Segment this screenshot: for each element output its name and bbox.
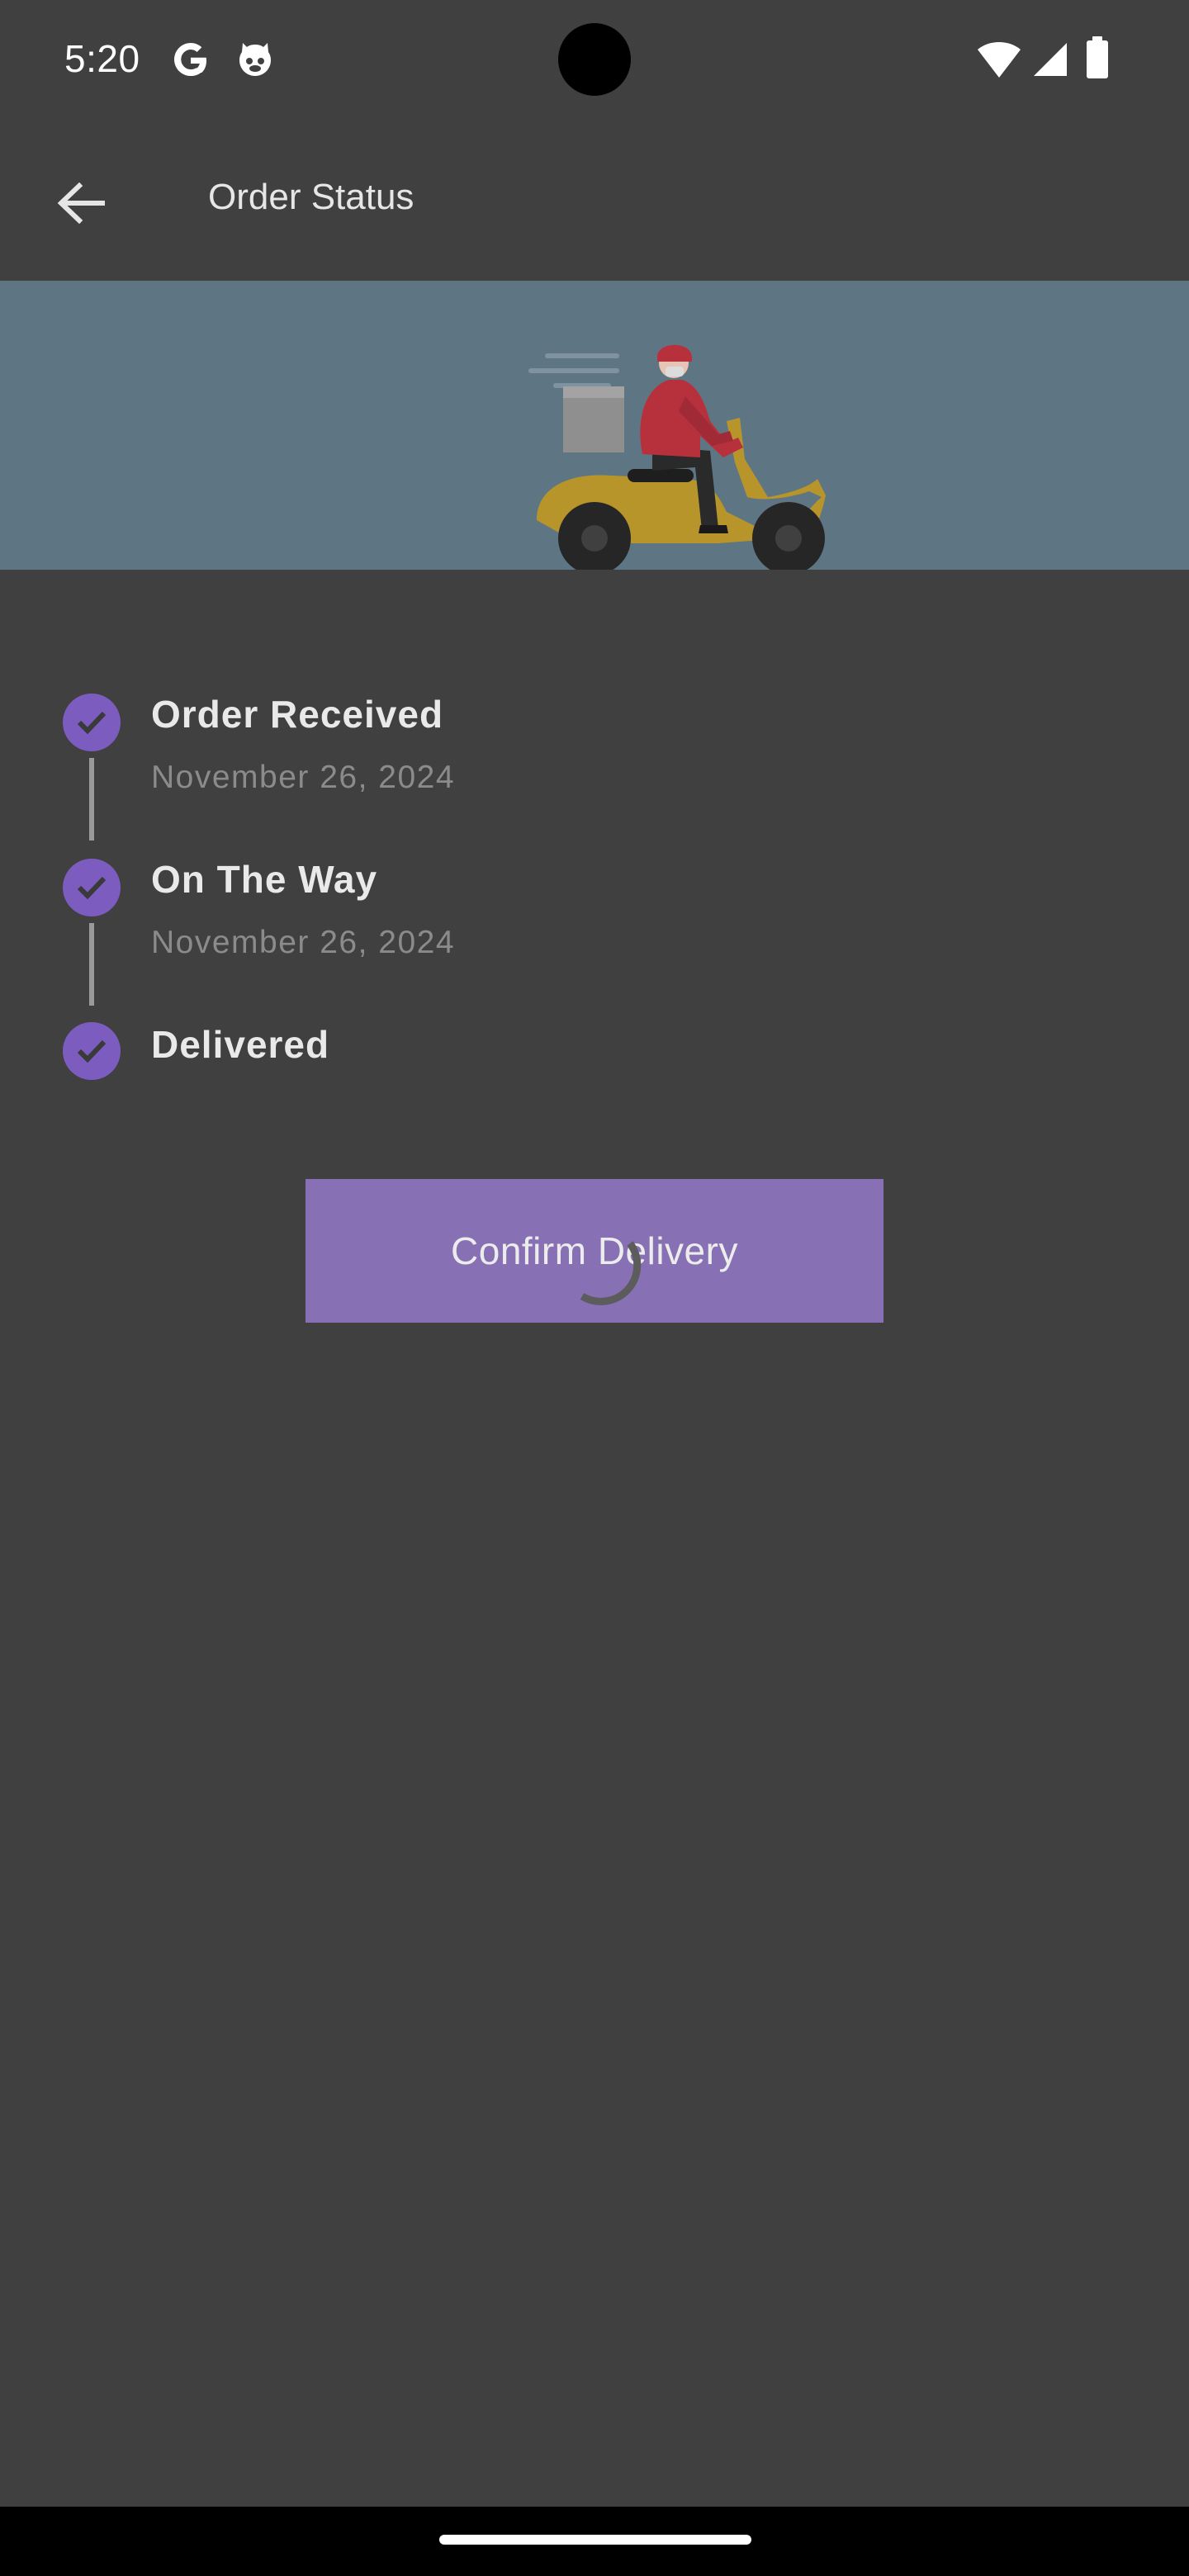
timeline-connector bbox=[89, 923, 94, 1006]
wifi-icon bbox=[978, 42, 1021, 78]
status-bar: 5:20 bbox=[0, 0, 1189, 124]
delivery-scooter-illustration bbox=[528, 344, 826, 570]
loading-spinner-icon bbox=[580, 1241, 642, 1305]
status-time: 5:20 bbox=[64, 37, 140, 80]
camera-cutout bbox=[558, 23, 631, 96]
step-date: November 26, 2024 bbox=[151, 925, 456, 960]
step-title: Order Received bbox=[151, 693, 444, 736]
home-indicator[interactable] bbox=[439, 2535, 751, 2545]
step-title: Delivered bbox=[151, 1023, 330, 1066]
arrow-left-icon bbox=[57, 182, 105, 224]
page-title: Order Status bbox=[208, 177, 414, 217]
signal-icon bbox=[1034, 43, 1067, 76]
google-icon bbox=[174, 43, 206, 76]
step-title: On The Way bbox=[151, 858, 378, 901]
step-date: November 26, 2024 bbox=[151, 760, 456, 795]
check-circle-icon bbox=[63, 694, 121, 751]
check-circle-icon bbox=[63, 859, 121, 916]
app-bar: Order Status bbox=[0, 124, 1189, 281]
system-nav-bar bbox=[0, 2507, 1189, 2576]
hero-banner bbox=[0, 281, 1189, 570]
timeline-connector bbox=[89, 758, 94, 841]
back-button[interactable] bbox=[43, 165, 119, 241]
check-circle-icon bbox=[63, 1022, 121, 1080]
cat-face-icon bbox=[239, 43, 271, 76]
battery-icon bbox=[1087, 36, 1108, 78]
